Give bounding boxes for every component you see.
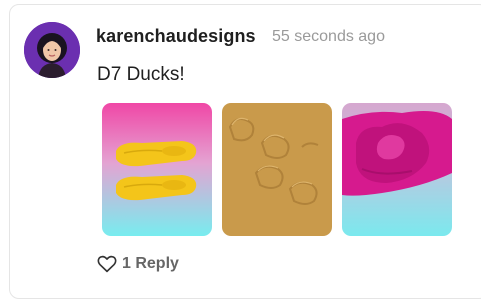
reply-count-label[interactable]: 1 Reply (122, 255, 179, 273)
message-text: D7 Ducks! (97, 64, 185, 85)
embossed-duck-pattern-icon (222, 103, 332, 236)
attachment-image-1[interactable] (102, 103, 212, 236)
attachment-image-3[interactable] (342, 103, 452, 236)
avatar[interactable] (24, 22, 80, 78)
yellow-slipper-soles-icon (102, 103, 212, 236)
reply-action[interactable]: 1 Reply (97, 254, 179, 274)
attachment-image-2[interactable] (222, 103, 332, 236)
avatar-portrait-icon (24, 22, 80, 78)
heart-icon[interactable] (97, 255, 117, 273)
timestamp: 55 seconds ago (272, 28, 385, 45)
username-link[interactable]: karenchaudesigns (96, 26, 256, 47)
pink-duck-mold-icon (342, 103, 452, 236)
